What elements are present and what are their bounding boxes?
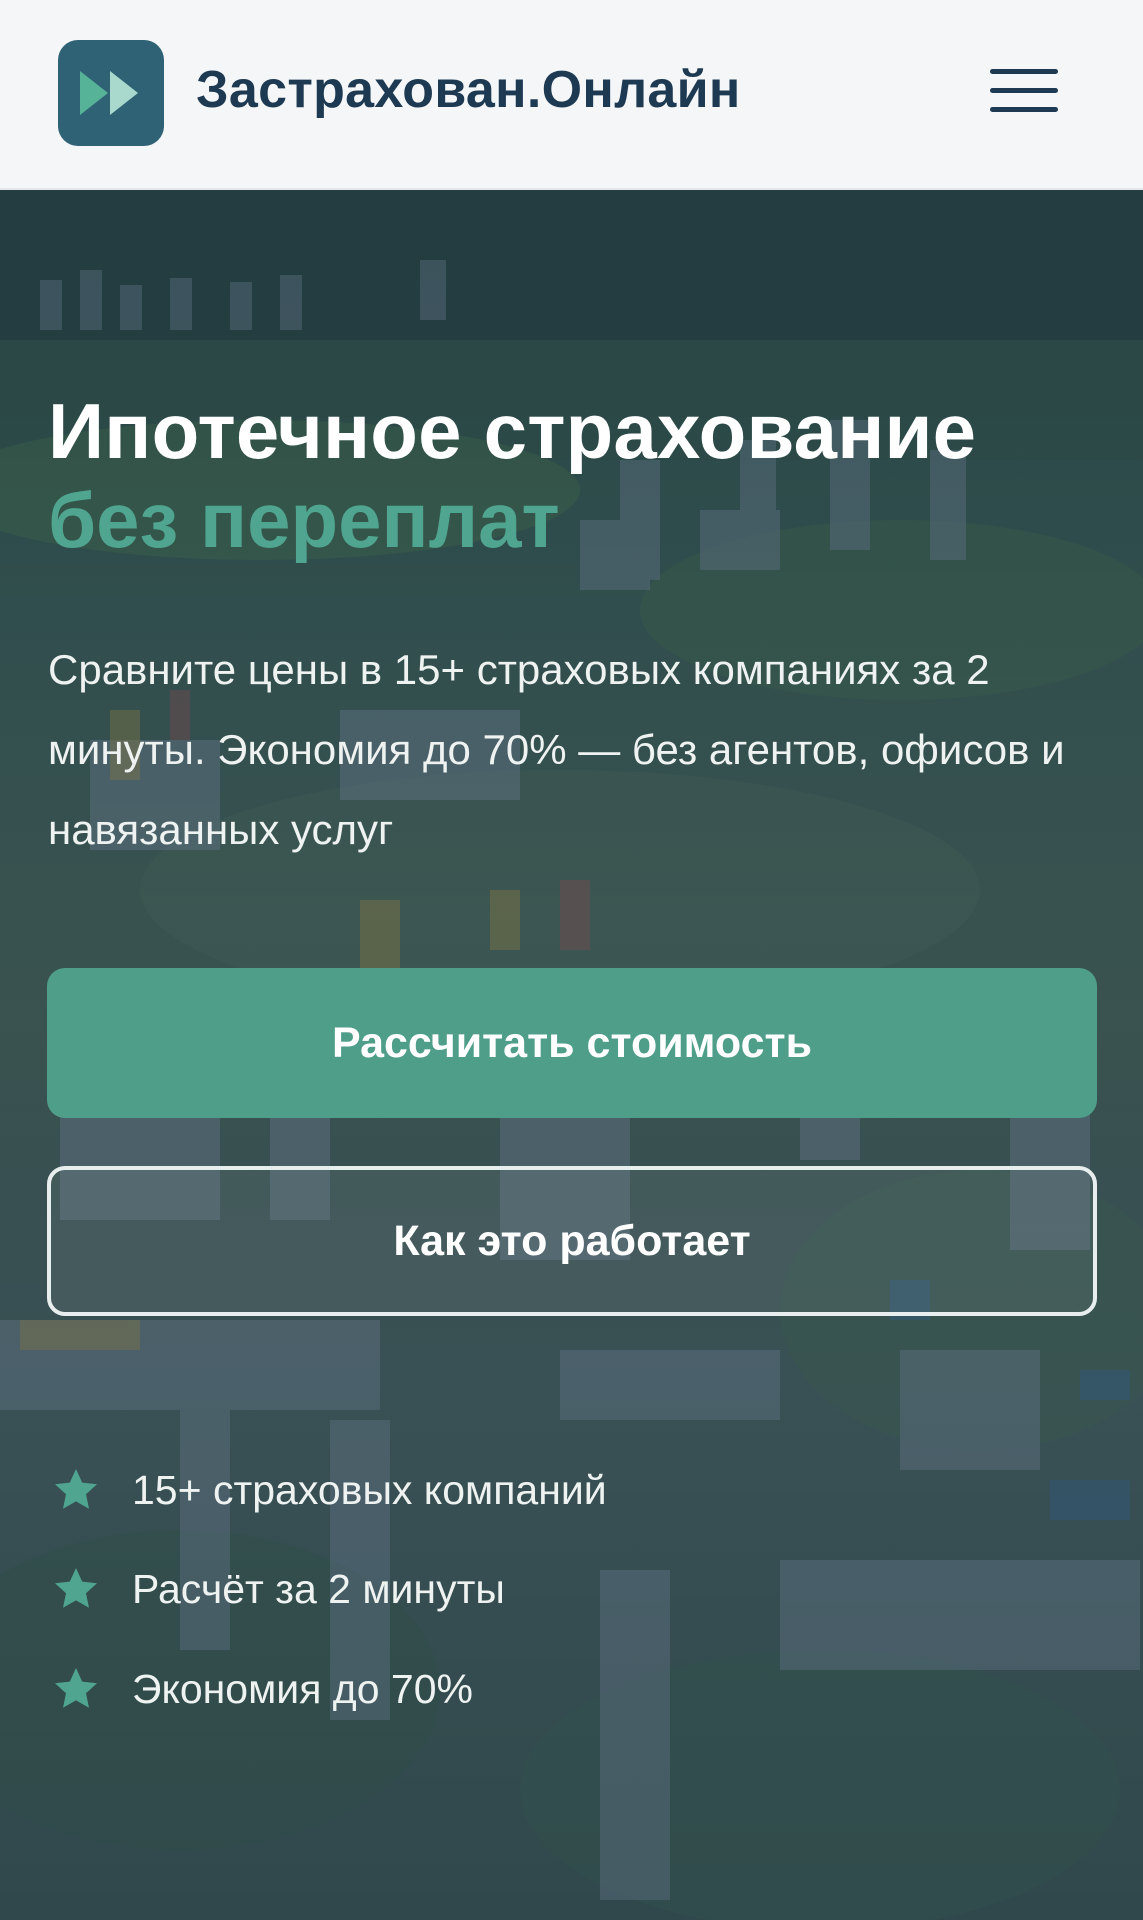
how-it-works-button[interactable]: Как это работает [47, 1166, 1097, 1316]
feature-item: Расчёт за 2 минуты [52, 1559, 505, 1619]
menu-bar [990, 69, 1058, 74]
star-icon [55, 1469, 97, 1509]
hamburger-menu-icon[interactable] [984, 62, 1070, 122]
calculate-cost-button[interactable]: Рассчитать стоимость [47, 968, 1097, 1118]
feature-item: 15+ страховых компаний [52, 1460, 607, 1520]
brand-name[interactable]: Застрахован.Онлайн [196, 60, 741, 120]
star-icon [55, 1668, 97, 1708]
hero-title-accent: без переплат [48, 476, 560, 564]
hero-title: Ипотечное страхование [48, 387, 977, 475]
feature-text: 15+ страховых компаний [132, 1466, 607, 1513]
feature-item: Экономия до 70% [52, 1659, 473, 1719]
menu-bar [990, 107, 1058, 112]
star-icon [55, 1568, 97, 1608]
fast-forward-icon [80, 71, 138, 115]
feature-text: Расчёт за 2 минуты [132, 1565, 505, 1612]
logo[interactable] [58, 40, 164, 146]
site-header: Застрахован.Онлайн [0, 0, 1143, 190]
hero-section: Ипотечное страхование без переплат Сравн… [0, 190, 1143, 1920]
menu-bar [990, 88, 1058, 93]
feature-text: Экономия до 70% [132, 1665, 473, 1712]
hero-subtitle: Сравните цены в 15+ страховых компаниях … [48, 646, 1065, 853]
